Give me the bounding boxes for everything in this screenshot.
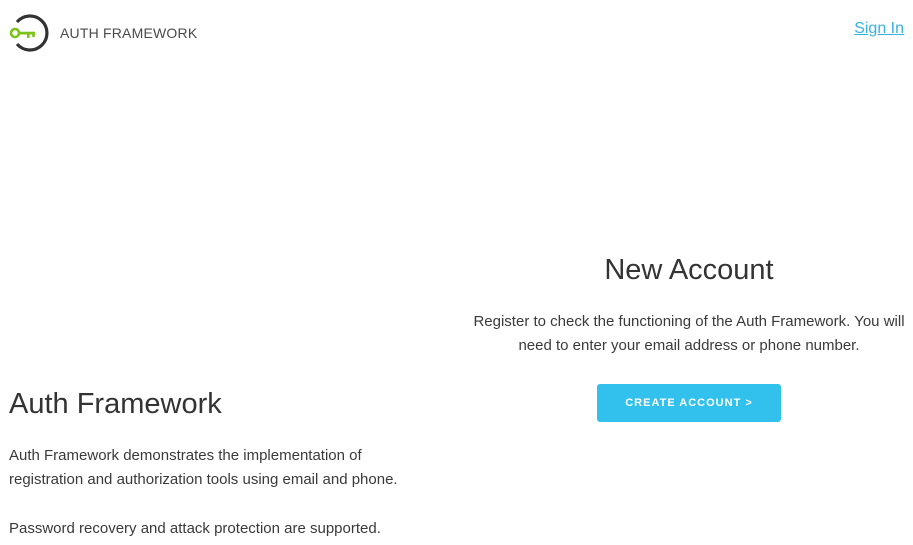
key-icon <box>9 14 49 52</box>
brand-logo[interactable]: AUTH FRAMEWORK <box>8 12 197 54</box>
create-account-button[interactable]: CREATE ACCOUNT > <box>597 384 781 422</box>
page-title: Auth Framework <box>9 388 222 420</box>
new-account-section: New Account Register to check the functi… <box>470 250 908 422</box>
about-section: Auth Framework Auth Framework demonstrat… <box>9 384 439 541</box>
new-account-description: Register to check the functioning of the… <box>473 313 905 354</box>
about-paragraph-1: Auth Framework demonstrates the implemen… <box>9 447 398 488</box>
sign-in-link[interactable]: Sign In <box>854 20 904 38</box>
page: AUTH FRAMEWORK Sign In New Account Regis… <box>0 0 913 545</box>
new-account-title: New Account <box>604 254 774 286</box>
about-paragraph-2: Password recovery and attack protection … <box>9 520 381 537</box>
brand-name: AUTH FRAMEWORK <box>60 25 198 41</box>
